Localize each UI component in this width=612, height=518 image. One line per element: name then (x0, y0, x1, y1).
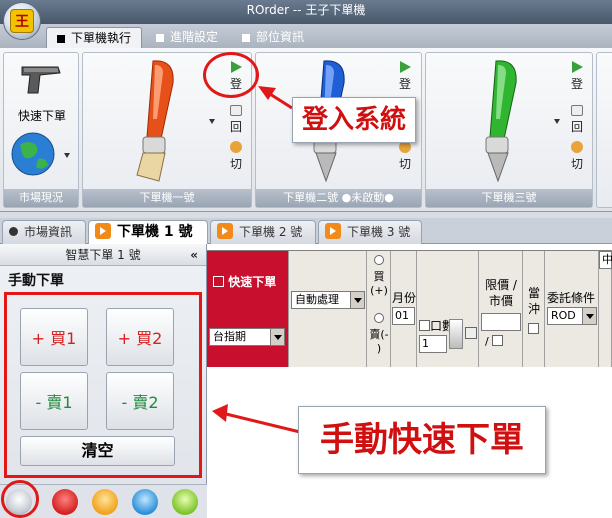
manual-order-callout: 手動快速下單 (298, 406, 546, 474)
login-callout: 登入系統 (292, 97, 416, 143)
app-menu-button[interactable]: 王 (3, 2, 41, 40)
app-logo: 王 (10, 9, 34, 33)
